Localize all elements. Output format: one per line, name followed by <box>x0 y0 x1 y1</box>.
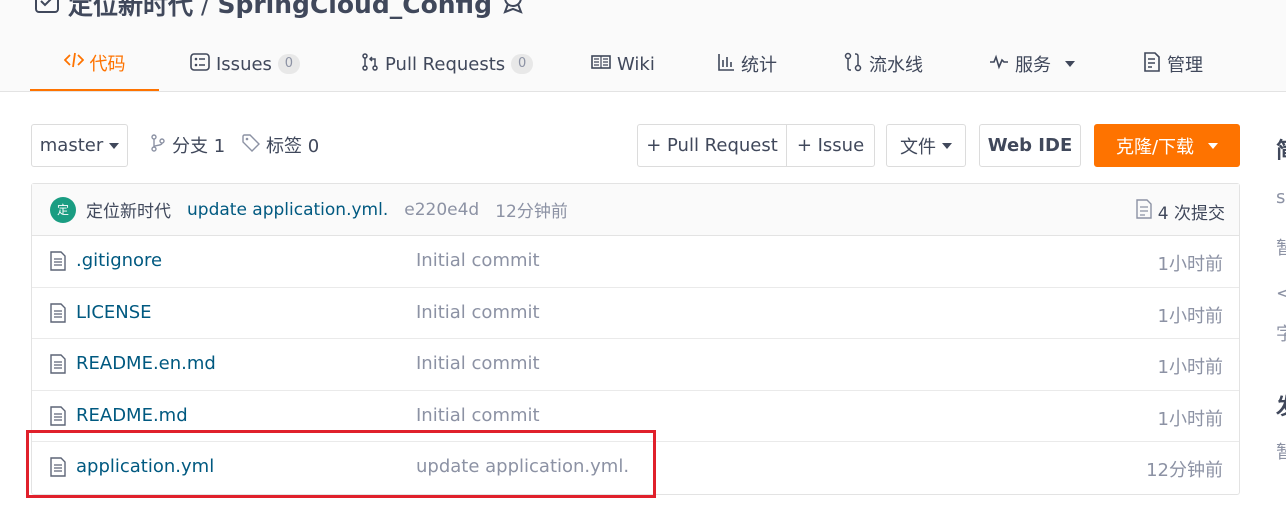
file-icon <box>50 302 66 328</box>
commit-message-link[interactable]: update application.yml. <box>187 200 388 220</box>
file-name-link[interactable]: README.md <box>76 405 188 426</box>
tab-services-label: 服务 <box>1015 55 1051 76</box>
pulse-icon <box>989 54 1009 75</box>
chevron-down-icon <box>109 142 120 149</box>
repo-icon <box>34 0 60 20</box>
file-commit-message[interactable]: Initial commit <box>416 353 540 374</box>
tab-manage[interactable]: 管理 <box>1143 36 1203 91</box>
pipeline-icon <box>843 52 863 77</box>
file-commit-time: 12分钟前 <box>1146 460 1223 481</box>
new-pull-request-button[interactable]: + Pull Request <box>637 124 787 167</box>
settings-doc-icon <box>1143 51 1161 77</box>
tab-manage-label: 管理 <box>1167 55 1203 76</box>
file-commit-message[interactable]: Initial commit <box>416 405 540 426</box>
file-name-link[interactable]: .gitignore <box>76 250 162 271</box>
pull-requests-count-badge: 0 <box>511 54 534 74</box>
file-icon <box>50 405 66 431</box>
tab-issues-label: Issues <box>216 53 272 75</box>
commit-author[interactable]: 定位新时代 <box>86 197 171 222</box>
repo-owner-link[interactable]: 定位新时代 <box>68 0 193 22</box>
issues-icon <box>190 52 210 76</box>
branches-link[interactable]: 分支 1 <box>150 132 225 158</box>
file-commit-message[interactable]: Initial commit <box>416 250 540 271</box>
file-commit-time: 1小时前 <box>1157 254 1223 275</box>
file-name-link[interactable]: README.en.md <box>76 353 216 374</box>
tab-pull-requests[interactable]: Pull Requests 0 <box>361 36 534 91</box>
commit-hash[interactable]: e220e4d <box>404 200 479 220</box>
file-commit-time: 1小时前 <box>1157 408 1223 430</box>
tab-pipeline-label: 流水线 <box>869 55 923 76</box>
file-menu-label: 文件 <box>900 136 936 158</box>
tab-pull-requests-label: Pull Requests <box>385 53 506 75</box>
tag-icon <box>242 133 260 157</box>
tab-code[interactable]: 代码 <box>30 36 159 91</box>
book-icon <box>591 54 611 75</box>
pull-request-icon <box>361 52 379 76</box>
badge-icon <box>500 0 526 20</box>
avatar[interactable]: 定 <box>50 196 76 223</box>
sidebar-fragment: 简 <box>1276 133 1286 165</box>
web-ide-button[interactable]: Web IDE <box>979 124 1081 167</box>
file-icon <box>50 354 66 379</box>
branch-select[interactable]: master <box>31 124 128 167</box>
clone-download-button[interactable]: 克隆/下载 <box>1094 124 1240 167</box>
branches-count: 分支 1 <box>172 136 226 157</box>
sidebar-fragment: 发 <box>1276 389 1286 421</box>
sidebar-fragment: 暂 <box>1276 238 1286 259</box>
sidebar-fragment: </ <box>1276 283 1286 304</box>
tab-stats[interactable]: 统计 <box>717 36 777 91</box>
file-icon <box>50 251 66 276</box>
tags-count: 标签 0 <box>266 136 320 157</box>
tab-stats-label: 统计 <box>741 55 777 76</box>
tab-services[interactable]: 服务 <box>989 36 1075 91</box>
repo-path-separator: / <box>201 0 210 19</box>
chart-icon <box>717 53 735 76</box>
file-menu-button[interactable]: 文件 <box>886 124 966 167</box>
sidebar-fragment: s <box>1276 187 1286 208</box>
file-name-link[interactable]: LICENSE <box>76 302 152 323</box>
chevron-down-icon <box>1208 142 1219 149</box>
sidebar-fragment: 暂 <box>1276 442 1286 463</box>
table-row: README.en.md Initial commit 1小时前 <box>32 339 1239 391</box>
sidebar-fragment: 字 <box>1276 324 1286 345</box>
branch-icon <box>150 133 166 157</box>
tab-wiki-label: Wiki <box>617 53 655 75</box>
latest-commit-bar: 定 定位新时代 update application.yml. e220e4d … <box>32 184 1239 236</box>
file-commit-message[interactable]: Initial commit <box>416 302 540 323</box>
commit-count-link[interactable]: 4 次提交 <box>1136 199 1225 224</box>
tab-wiki[interactable]: Wiki <box>591 36 655 91</box>
clone-download-label: 克隆/下载 <box>1115 136 1195 158</box>
chevron-down-icon <box>1065 61 1075 67</box>
branch-select-label: master <box>39 135 104 156</box>
table-row: LICENSE Initial commit 1小时前 <box>32 288 1239 339</box>
commits-icon <box>1136 199 1152 224</box>
repo-name-link[interactable]: SpringCloud_Config <box>217 0 492 19</box>
tags-link[interactable]: 标签 0 <box>242 132 319 158</box>
commit-time: 12分钟前 <box>495 202 568 222</box>
issues-count-badge: 0 <box>277 54 300 74</box>
chevron-down-icon <box>942 142 952 149</box>
commit-count: 4 次提交 <box>1157 204 1225 224</box>
new-issue-button[interactable]: + Issue <box>786 124 875 167</box>
code-icon <box>63 51 84 74</box>
table-row: .gitignore Initial commit 1小时前 <box>32 236 1239 288</box>
file-commit-time: 1小时前 <box>1157 357 1223 378</box>
highlight-box <box>26 430 656 498</box>
repo-header: 定位新时代 / SpringCloud_Config 代码 Issues 0 P… <box>0 0 1286 92</box>
file-commit-time: 1小时前 <box>1157 305 1223 327</box>
tab-issues[interactable]: Issues 0 <box>190 36 300 91</box>
tab-code-label: 代码 <box>89 53 126 75</box>
tab-pipeline[interactable]: 流水线 <box>843 36 923 91</box>
repo-title: 定位新时代 / SpringCloud_Config <box>34 0 526 22</box>
